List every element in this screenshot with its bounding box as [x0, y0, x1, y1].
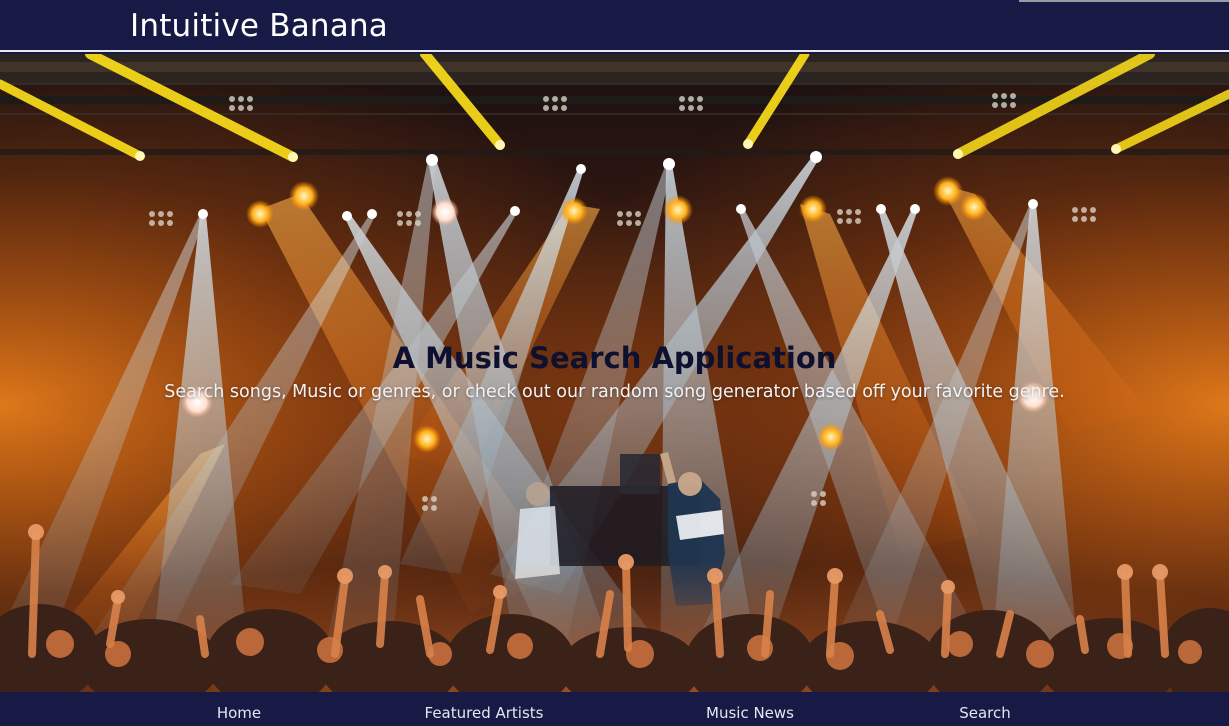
bottom-nav: Home Featured Artists Music News Search — [0, 692, 1229, 726]
nav-link-search[interactable]: Search — [959, 703, 1011, 723]
hero-subtitle: Search songs, Music or genres, or check … — [164, 382, 1065, 402]
nav-link-featured-artists[interactable]: Featured Artists — [425, 703, 544, 723]
brand-logo-link[interactable]: Intuitive Banana — [130, 6, 388, 46]
nav-link-music-news[interactable]: Music News — [706, 703, 794, 723]
hero-section: A Music Search Application Search songs,… — [0, 54, 1229, 692]
hero-title: A Music Search Application — [392, 341, 837, 375]
site-header: Intuitive Banana — [0, 0, 1229, 52]
header-divider-sliver — [1019, 0, 1229, 2]
nav-link-home[interactable]: Home — [217, 703, 261, 723]
